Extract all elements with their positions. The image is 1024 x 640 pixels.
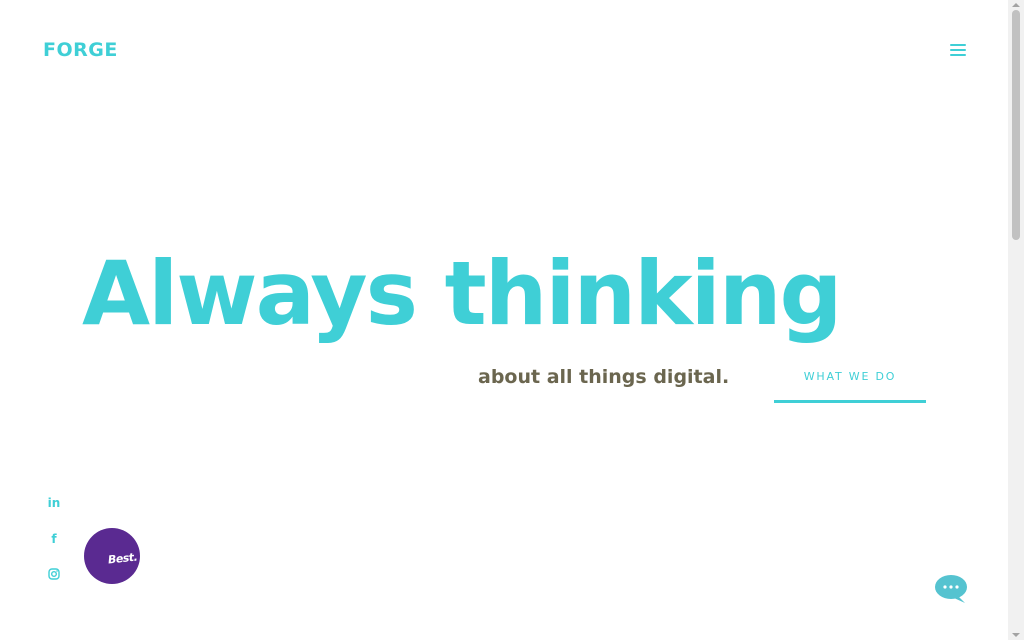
facebook-link[interactable]: f bbox=[44, 528, 64, 548]
best-badge[interactable]: Best. bbox=[84, 528, 140, 584]
page: FORGE Always thinking about all things d… bbox=[0, 0, 1008, 640]
facebook-icon: f bbox=[51, 532, 57, 546]
best-badge-label: Best. bbox=[107, 550, 138, 567]
hero-title: Always thinking bbox=[82, 242, 842, 345]
what-we-do-label: WHAT WE DO bbox=[803, 370, 897, 383]
browser-viewport: FORGE Always thinking about all things d… bbox=[0, 0, 1024, 640]
linkedin-icon: in bbox=[47, 496, 61, 510]
vertical-scrollbar[interactable] bbox=[1008, 0, 1024, 640]
what-we-do-button[interactable]: WHAT WE DO bbox=[774, 364, 926, 404]
chat-bubble-icon bbox=[935, 575, 967, 603]
chat-button[interactable] bbox=[934, 574, 968, 604]
instagram-icon bbox=[48, 568, 60, 580]
logo[interactable]: FORGE bbox=[43, 38, 118, 62]
hamburger-menu-button[interactable] bbox=[946, 40, 970, 60]
cta-underline bbox=[774, 400, 926, 403]
scroll-up-arrow[interactable] bbox=[1012, 3, 1020, 7]
instagram-link[interactable] bbox=[44, 564, 64, 584]
scrollbar-thumb[interactable] bbox=[1012, 10, 1020, 240]
scroll-down-arrow[interactable] bbox=[1012, 633, 1020, 637]
linkedin-link[interactable]: in bbox=[44, 492, 64, 512]
hero-subtitle: about all things digital. bbox=[478, 366, 730, 388]
